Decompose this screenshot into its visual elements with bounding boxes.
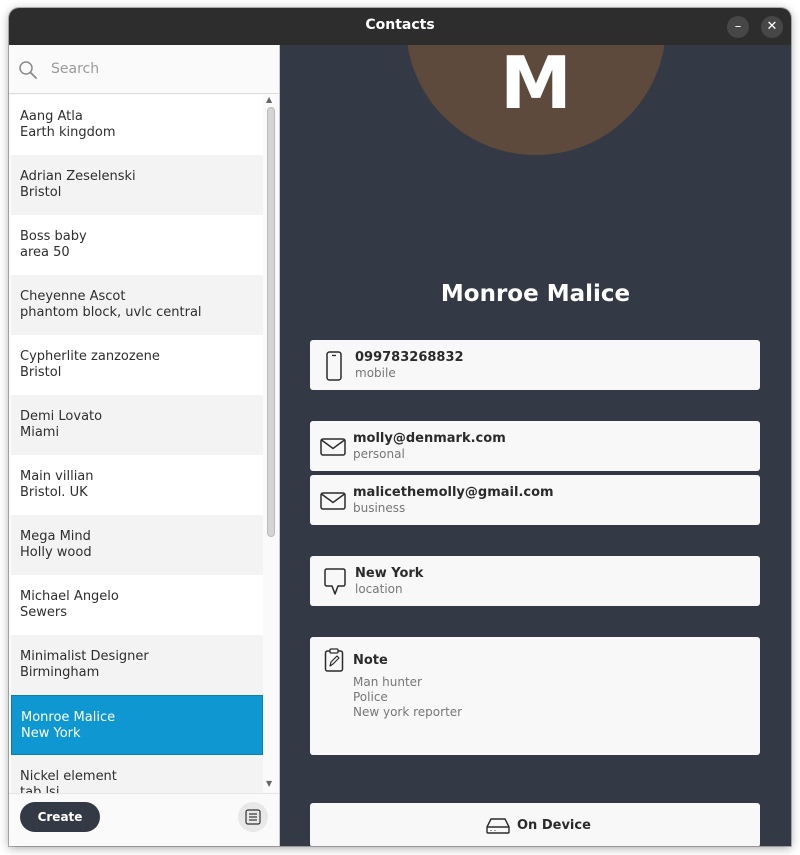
list-menu-icon — [245, 809, 261, 825]
contact-list-item[interactable]: Main villian Bristol. UK — [11, 455, 263, 515]
contact-list-item[interactable]: Nickel element tab lsi — [11, 755, 263, 793]
address-type: location — [355, 582, 403, 596]
contact-list: Aang Atla Earth kingdom Adrian Zeselenski B… — [11, 95, 263, 793]
email-card[interactable]: malicethemolly@gmail.com business — [310, 475, 760, 525]
note-title: Note — [353, 653, 388, 668]
minimize-button[interactable]: – — [727, 16, 749, 38]
address-value: New York — [355, 566, 424, 581]
window-title: Contacts — [365, 17, 435, 33]
contact-location: phantom block, uvlc central — [20, 305, 202, 320]
location-icon — [324, 567, 346, 601]
contact-name: Aang Atla — [20, 109, 83, 124]
contact-list-item[interactable]: Demi Lovato Miami — [11, 395, 263, 455]
email-address: molly@denmark.com — [353, 431, 506, 446]
contact-location: Bristol. UK — [20, 485, 88, 500]
mail-icon — [320, 438, 346, 460]
contact-list-item[interactable]: Cypherlite zanzozene Bristol — [11, 335, 263, 395]
contact-list-item[interactable]: Aang Atla Earth kingdom — [11, 95, 263, 155]
scroll-down-icon[interactable]: ▼ — [266, 779, 272, 788]
contact-location: Bristol — [20, 185, 62, 200]
phone-card[interactable]: 099783268832 mobile — [310, 340, 760, 390]
phone-type: mobile — [355, 366, 396, 380]
note-icon — [324, 648, 344, 676]
email-card[interactable]: molly@denmark.com personal — [310, 421, 760, 471]
note-line: Police — [353, 690, 388, 704]
contact-name: Cypherlite zanzozene — [20, 349, 160, 364]
search-icon — [17, 59, 39, 81]
contacts-window: Contacts – ✕ Search Aang Atla Earth kingd… — [9, 8, 791, 846]
drive-icon — [486, 818, 510, 834]
contact-name: Boss baby — [20, 229, 87, 244]
contact-location: Holly wood — [20, 545, 92, 560]
contact-detail-pane: M Monroe Malice 099783268832 mobile moll… — [280, 45, 791, 846]
mail-icon — [320, 492, 346, 514]
note-line: New york reporter — [353, 705, 463, 719]
create-button[interactable]: Create — [20, 802, 100, 832]
scrollbar-thumb[interactable] — [267, 107, 275, 537]
contact-name: Nickel element — [20, 769, 117, 784]
address-card[interactable]: New York location — [310, 556, 760, 606]
contact-name: Adrian Zeselenski — [20, 169, 136, 184]
contact-list-item[interactable]: Michael Angelo Sewers — [11, 575, 263, 635]
contact-name: Main villian — [20, 469, 94, 484]
contact-location: Sewers — [20, 605, 67, 620]
avatar: M — [406, 45, 666, 155]
contacts-sidebar: Search Aang Atla Earth kingdom Adrian Zese… — [9, 45, 279, 846]
contact-location: tab lsi — [20, 785, 60, 793]
email-address: malicethemolly@gmail.com — [353, 485, 554, 500]
scroll-up-icon[interactable]: ▲ — [266, 95, 272, 104]
contact-location: Birmingham — [20, 665, 100, 680]
contact-location: area 50 — [20, 245, 70, 260]
contact-name: Monroe Malice — [21, 710, 116, 725]
contact-location: Earth kingdom — [20, 125, 116, 140]
note-line: Man hunter — [353, 675, 422, 689]
contact-list-item[interactable]: Mega Mind Holly wood — [11, 515, 263, 575]
contact-name: Demi Lovato — [20, 409, 103, 424]
contact-list-item[interactable]: Cheyenne Ascot phantom block, uvlc centra… — [11, 275, 263, 335]
contact-name: Minimalist Designer — [20, 649, 149, 664]
contact-name: Michael Angelo — [20, 589, 119, 604]
contact-name-heading: Monroe Malice — [440, 281, 631, 307]
phone-icon — [326, 351, 342, 385]
list-menu-button[interactable] — [238, 802, 268, 832]
phone-number: 099783268832 — [355, 350, 464, 365]
email-type: personal — [353, 447, 405, 461]
contact-location: Bristol — [20, 365, 62, 380]
avatar-initial: M — [500, 45, 572, 125]
contact-list-item[interactable]: Monroe Malice New York — [11, 695, 263, 755]
title-bar: Contacts – ✕ — [9, 8, 791, 45]
contact-name: Mega Mind — [20, 529, 91, 544]
contact-list-item[interactable]: Adrian Zeselenski Bristol — [11, 155, 263, 215]
search-input[interactable]: Search — [51, 61, 99, 77]
contact-location: Miami — [20, 425, 60, 440]
contact-name: Cheyenne Ascot — [20, 289, 126, 304]
storage-button[interactable]: On Device — [310, 803, 760, 846]
search-bar[interactable]: Search — [9, 45, 279, 94]
note-card[interactable]: Note Man hunter Police New york reporter — [310, 637, 760, 755]
sidebar-footer: Create — [9, 793, 279, 846]
contact-location: New York — [21, 726, 81, 741]
contact-list-item[interactable]: Minimalist Designer Birmingham — [11, 635, 263, 695]
storage-label: On Device — [517, 818, 591, 833]
contact-list-scrollbar[interactable]: ▲ ▼ — [264, 95, 278, 793]
email-type: business — [353, 501, 406, 515]
contact-list-item[interactable]: Boss baby area 50 — [11, 215, 263, 275]
close-button[interactable]: ✕ — [761, 16, 783, 38]
